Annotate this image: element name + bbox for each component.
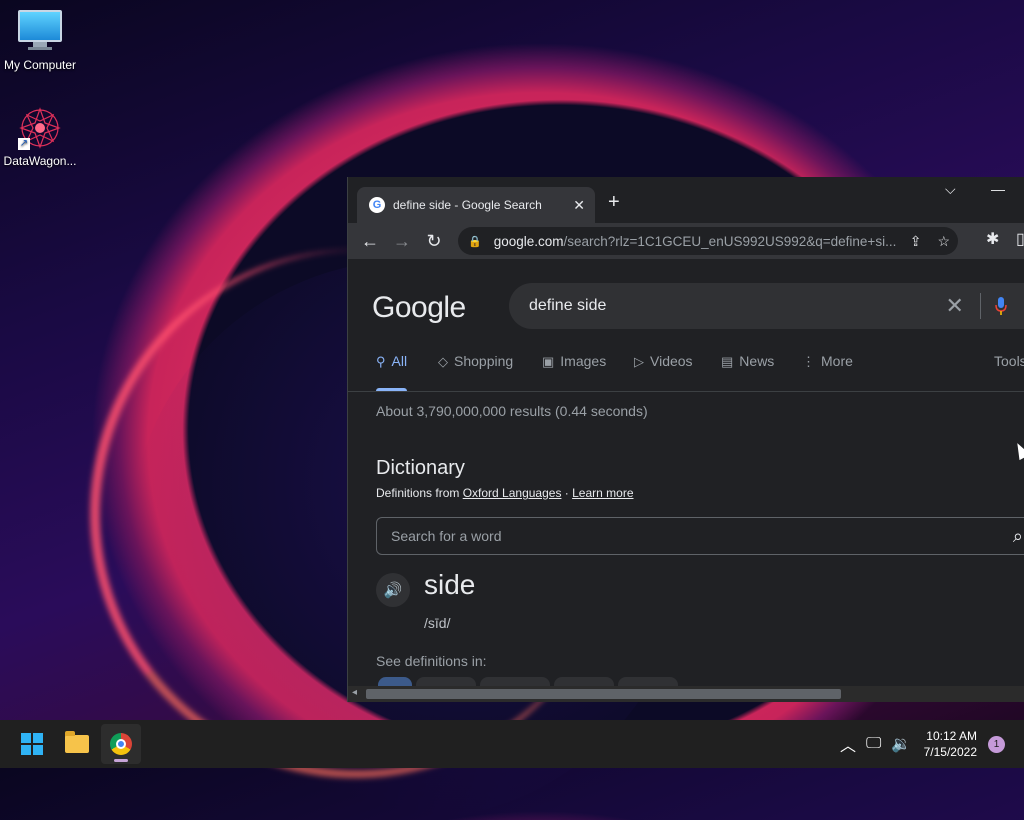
share-icon[interactable]: ⇪: [910, 233, 922, 250]
search-icon[interactable]: ⌕: [1013, 526, 1023, 547]
horizontal-scrollbar[interactable]: ◂: [348, 686, 1024, 702]
desktop-icon-datawagon[interactable]: ↗ DataWagon...: [0, 106, 80, 168]
browser-tab[interactable]: G define side - Google Search ✕: [357, 187, 595, 223]
tab-tools[interactable]: Tools: [994, 353, 1024, 391]
news-icon: ▤: [721, 354, 734, 369]
microphone-icon[interactable]: [995, 297, 1007, 315]
address-bar[interactable]: 🔒 google.com/search?rlz=1C1GCEU_enUS992U…: [458, 227, 958, 255]
folder-icon: [65, 731, 89, 753]
result-stats: About 3,790,000,000 results (0.44 second…: [376, 403, 648, 419]
tab-more[interactable]: ⋮ More: [802, 353, 853, 391]
start-button[interactable]: [12, 724, 52, 764]
file-explorer-button[interactable]: [57, 724, 97, 764]
desktop-icon-my-computer[interactable]: My Computer: [0, 10, 80, 72]
volume-icon[interactable]: 🔉: [891, 720, 911, 768]
shortcut-arrow-icon: ↗: [18, 138, 30, 150]
side-panel-icon[interactable]: ▯: [1016, 229, 1024, 249]
minimize-button[interactable]: —: [991, 181, 1005, 197]
dictionary-word: side: [424, 569, 476, 600]
pronunciation: /sīd/: [424, 615, 451, 631]
tab-search-chevron-icon[interactable]: ⌵: [945, 181, 956, 198]
scroll-left-icon[interactable]: ◂: [352, 687, 357, 698]
desktop-icon-label: My Computer: [3, 58, 77, 72]
tag-icon: ◇: [438, 354, 448, 369]
clock-date: 7/15/2022: [923, 745, 977, 759]
system-clock[interactable]: 10:12 AM 7/15/2022: [924, 728, 977, 760]
tab-images[interactable]: ▣ Images: [542, 353, 606, 391]
running-indicator: [114, 759, 128, 762]
desktop-icon-label: DataWagon...: [3, 154, 77, 168]
dictionary-source: Definitions from Oxford Languages · Lear…: [376, 486, 634, 500]
tab-shopping[interactable]: ◇ Shopping: [438, 353, 513, 391]
see-definitions-label: See definitions in:: [376, 653, 487, 669]
chrome-icon: [110, 733, 132, 755]
tab-news[interactable]: ▤ News: [721, 353, 774, 391]
monitor-icon: [18, 10, 62, 54]
forward-button[interactable]: →: [386, 231, 418, 252]
browser-titlebar: G define side - Google Search ✕ + ⌵ —: [348, 177, 1024, 223]
search-tabs: ⚲ All ◇ Shopping ▣ Images ▷ Videos ▤ New…: [348, 353, 1024, 392]
google-favicon-icon: G: [369, 197, 385, 213]
search-results-page: Google define side ✕ ⌕ ⚲ All ◇ Shopping …: [348, 259, 1024, 702]
address-url[interactable]: google.com/search?rlz=1C1GCEU_enUS992US9…: [494, 234, 902, 249]
network-icon[interactable]: 🖵: [866, 720, 881, 768]
lock-icon: 🔒: [468, 235, 482, 248]
show-hidden-icons-chevron[interactable]: ︿: [840, 720, 856, 768]
reload-button[interactable]: ↻: [418, 231, 450, 252]
learn-more-link[interactable]: Learn more: [572, 486, 633, 500]
clear-search-icon[interactable]: ✕: [945, 293, 963, 319]
bookmark-star-icon[interactable]: ☆: [937, 233, 950, 250]
image-icon: ▣: [542, 354, 555, 369]
mandala-icon: ↗: [18, 106, 62, 150]
word-search-field[interactable]: Search for a word ⌕: [376, 517, 1024, 555]
search-icon: ⚲: [376, 354, 386, 369]
speaker-icon[interactable]: 🔊: [376, 573, 410, 607]
notification-badge[interactable]: 1: [988, 736, 1005, 753]
more-vert-icon: ⋮: [802, 354, 815, 369]
tab-title: define side - Google Search: [393, 198, 542, 212]
search-input[interactable]: define side: [529, 297, 945, 315]
google-logo[interactable]: Google: [372, 291, 466, 325]
tab-videos[interactable]: ▷ Videos: [634, 353, 693, 391]
word-search-placeholder[interactable]: Search for a word: [391, 528, 1013, 544]
browser-window: G define side - Google Search ✕ + ⌵ — ← …: [347, 177, 1024, 702]
search-divider: [979, 293, 981, 319]
search-box[interactable]: define side ✕ ⌕: [509, 283, 1024, 329]
tab-all[interactable]: ⚲ All: [376, 353, 408, 391]
chrome-taskbar-button[interactable]: [101, 724, 141, 764]
play-icon: ▷: [634, 354, 644, 369]
new-tab-button[interactable]: +: [608, 191, 620, 214]
extensions-puzzle-icon[interactable]: ✱: [986, 229, 999, 249]
dictionary-heading: Dictionary: [376, 457, 465, 479]
tab-close-button[interactable]: ✕: [573, 197, 585, 214]
back-button[interactable]: ←: [354, 231, 386, 252]
oxford-languages-link[interactable]: Oxford Languages: [463, 486, 562, 500]
taskbar: ︿ 🖵 🔉 10:12 AM 7/15/2022 1: [0, 720, 1024, 768]
windows-logo-icon: [21, 733, 43, 755]
browser-toolbar: ← → ↻ 🔒 google.com/search?rlz=1C1GCEU_en…: [348, 223, 1024, 259]
scrollbar-thumb[interactable]: [366, 689, 841, 699]
clock-time: 10:12 AM: [926, 729, 977, 743]
